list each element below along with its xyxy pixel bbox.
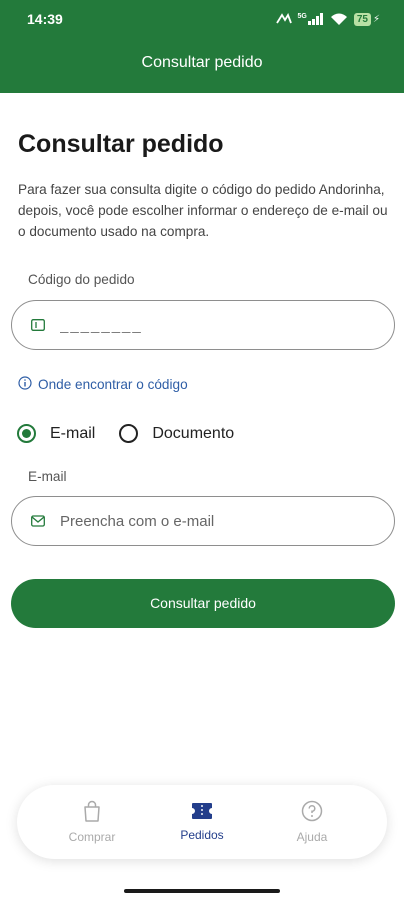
- radio-email-label[interactable]: E-mail: [50, 425, 95, 443]
- nfc-icon: [275, 13, 292, 25]
- nav-item-pedidos[interactable]: Pedidos: [157, 802, 247, 842]
- charging-icon: ⚡: [372, 13, 380, 25]
- bottom-nav: Comprar Pedidos Ajuda: [17, 785, 387, 859]
- nav-label-pedidos[interactable]: Pedidos: [180, 828, 223, 842]
- ticket-icon: [191, 802, 213, 823]
- nav-item-comprar[interactable]: Comprar: [47, 800, 137, 844]
- status-time: 14:39: [27, 11, 63, 27]
- nav-label-ajuda[interactable]: Ajuda: [297, 830, 328, 844]
- order-code-label: Código do pedido: [28, 272, 135, 287]
- app-bar-title: Consultar pedido: [141, 54, 263, 71]
- nav-label-comprar[interactable]: Comprar: [69, 830, 116, 844]
- radio-document-label[interactable]: Documento: [152, 425, 234, 443]
- help-link[interactable]: Onde encontrar o código: [18, 376, 188, 393]
- contact-type-selector: E-mail Documento: [17, 424, 258, 443]
- order-code-field[interactable]: [11, 300, 395, 350]
- radio-email[interactable]: E-mail: [17, 424, 95, 443]
- email-field[interactable]: [11, 496, 395, 546]
- status-icons: 5G 75 ⚡: [275, 12, 380, 26]
- help-circle-icon: [301, 800, 323, 825]
- radio-document[interactable]: Documento: [119, 424, 234, 443]
- status-bar: 14:39 5G 75 ⚡: [0, 0, 404, 38]
- id-card-icon: [30, 317, 46, 333]
- signal-icon: 5G: [298, 13, 324, 25]
- radio-document-control[interactable]: [119, 424, 139, 443]
- info-icon: [18, 376, 32, 393]
- submit-button[interactable]: Consultar pedido: [11, 579, 395, 628]
- home-indicator[interactable]: [124, 889, 280, 893]
- battery-icon: 75 ⚡: [353, 12, 380, 26]
- app-header: 14:39 5G 75 ⚡ Consultar pedido: [0, 0, 404, 93]
- wifi-icon: [330, 13, 348, 26]
- mail-icon: [30, 513, 46, 529]
- battery-level: 75: [353, 12, 371, 26]
- email-input[interactable]: [60, 512, 360, 530]
- shopping-bag-icon: [82, 800, 102, 825]
- order-code-input[interactable]: [60, 316, 360, 334]
- email-label: E-mail: [28, 469, 67, 484]
- intro-text: Para fazer sua consulta digite o código …: [18, 182, 388, 239]
- nav-item-ajuda[interactable]: Ajuda: [267, 800, 357, 844]
- radio-email-control[interactable]: [17, 424, 36, 443]
- page-title: Consultar pedido: [18, 130, 224, 158]
- help-link-label[interactable]: Onde encontrar o código: [38, 377, 188, 392]
- network-type: 5G: [297, 13, 307, 20]
